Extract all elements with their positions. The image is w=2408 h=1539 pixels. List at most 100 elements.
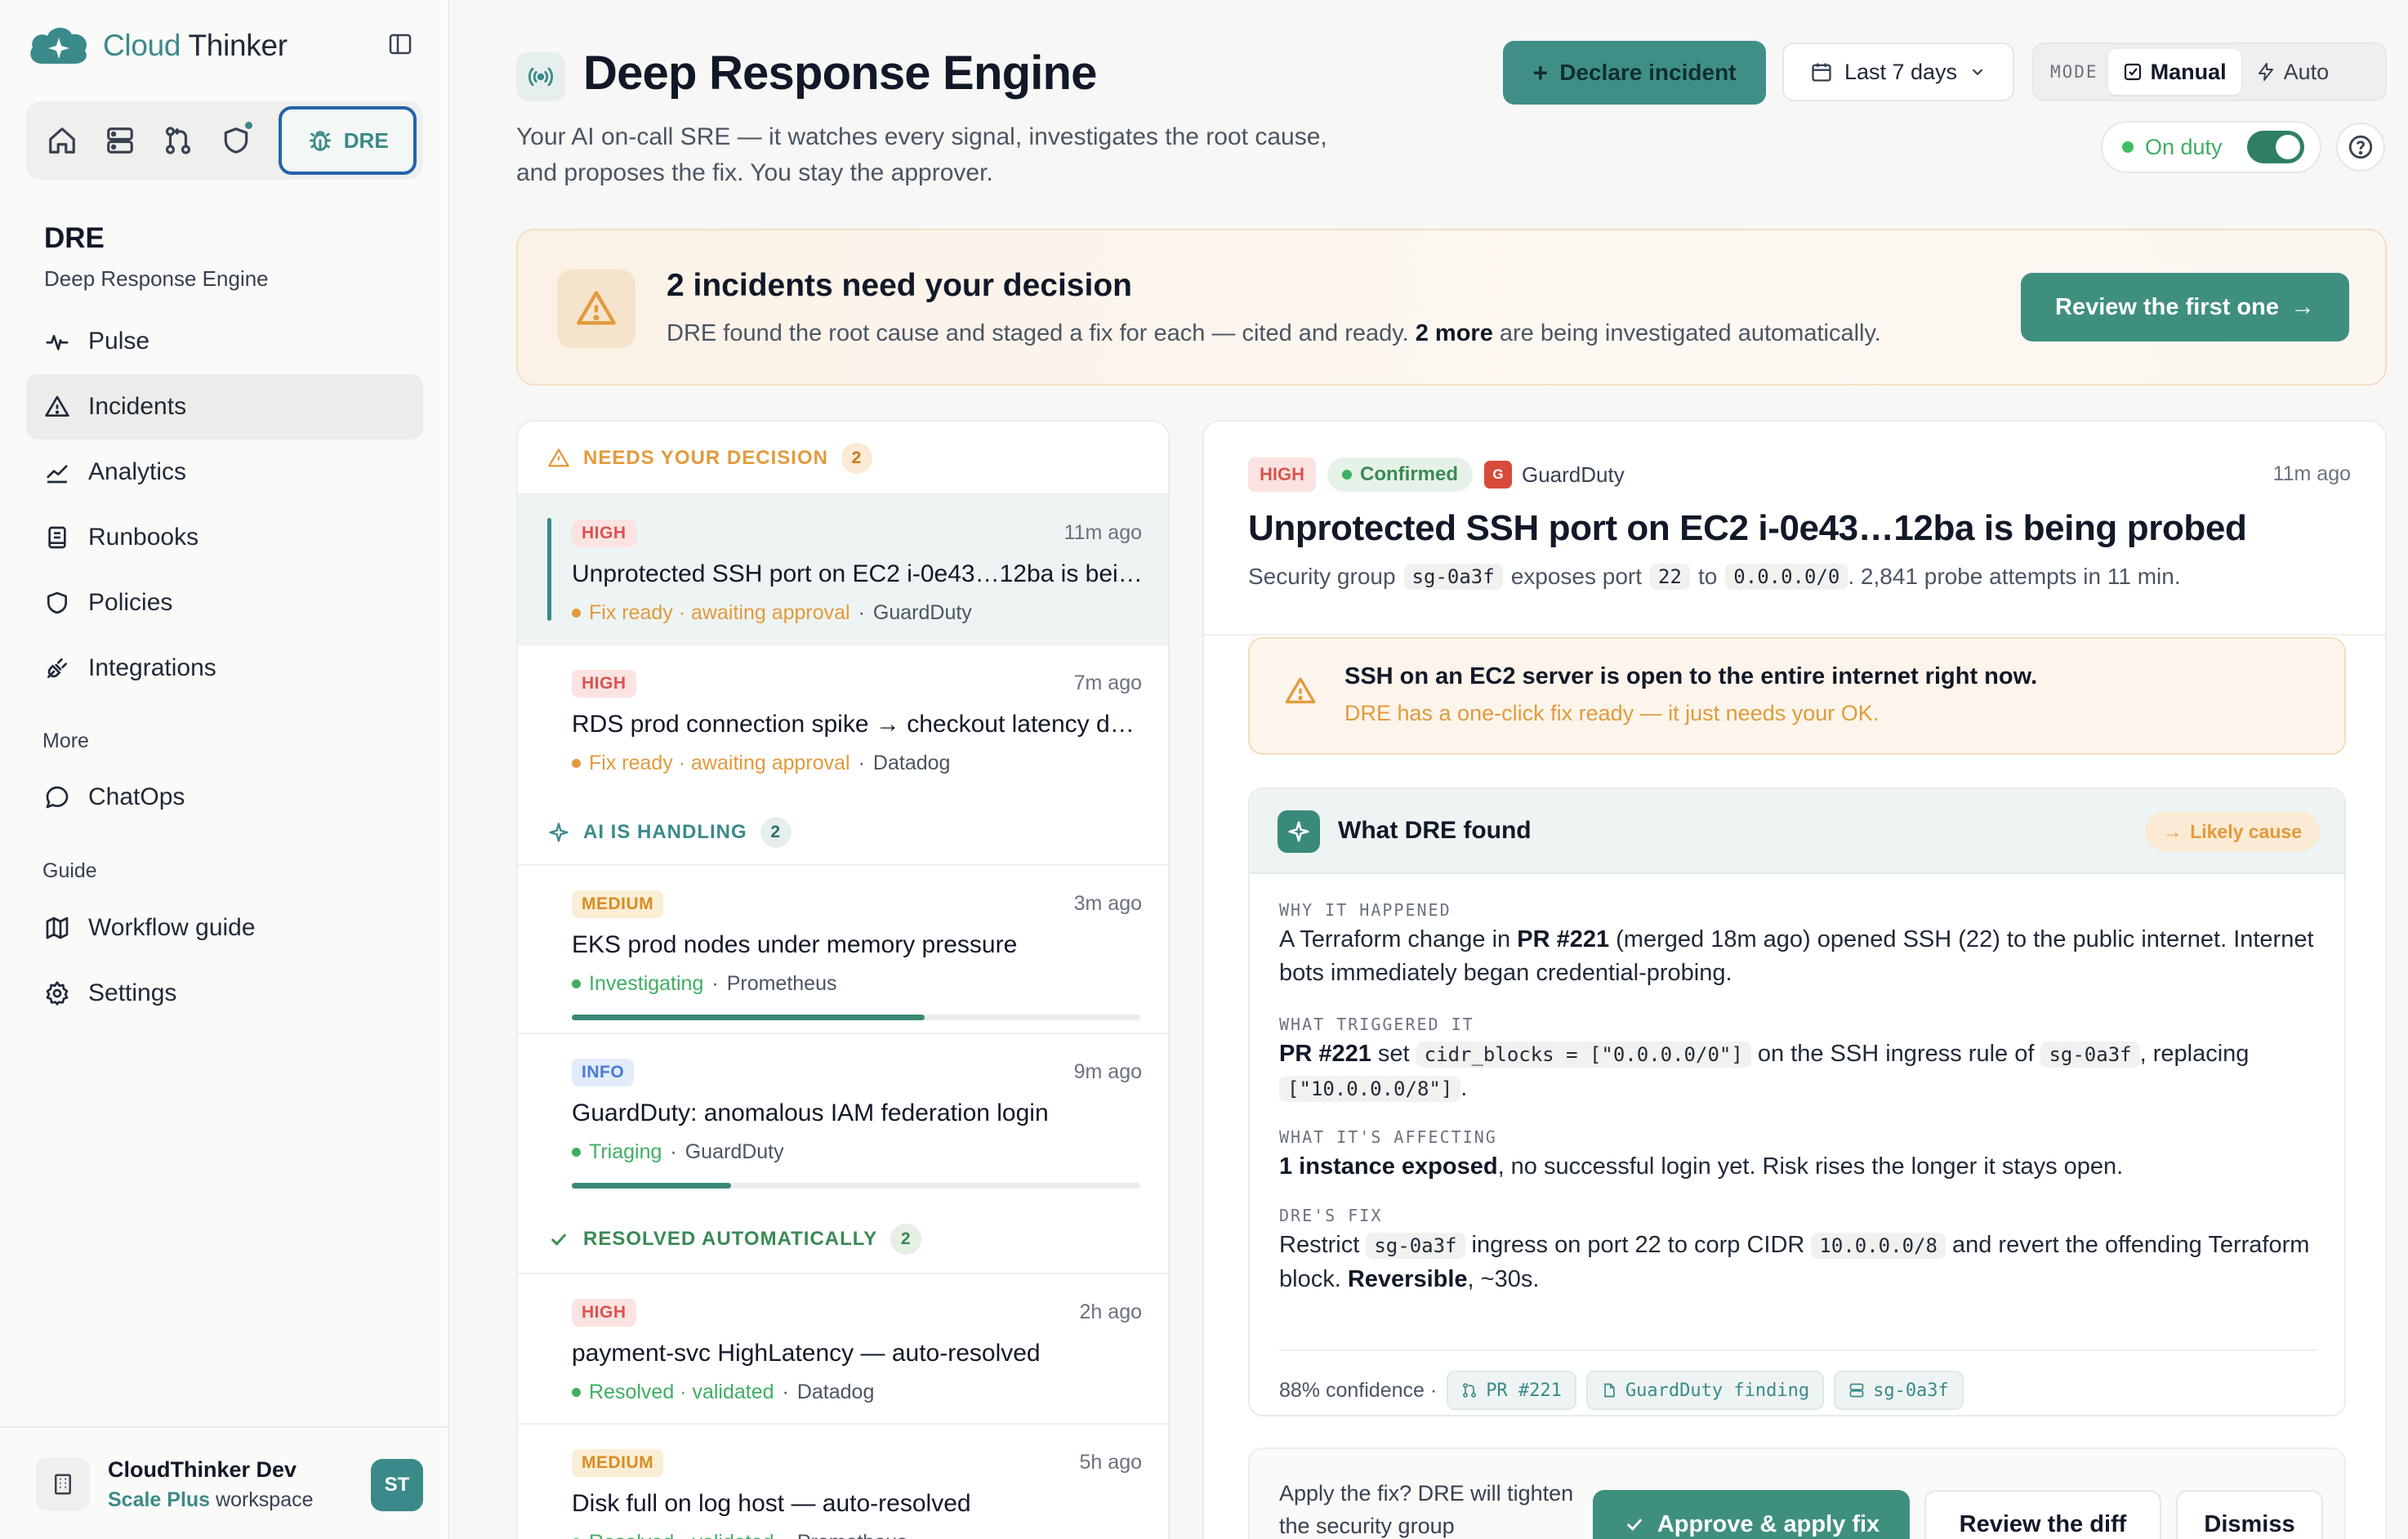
trigger-text: PR #221 set cidr_blocks = ["0.0.0.0/0"] …	[1279, 1041, 2250, 1102]
citations: 88% confidence · PR #221 GuardDuty findi…	[1279, 1371, 1964, 1410]
confidence-label: 88% confidence ·	[1279, 1378, 1438, 1402]
primary-nav: Pulse Incidents Analytics Runbooks Polic…	[26, 309, 423, 701]
source-label: G GuardDuty	[1484, 461, 1625, 488]
detail-badges: HIGH Confirmed G GuardDuty	[1248, 457, 1625, 492]
incident-meta: Fix ready · awaiting approval · GuardDuty	[572, 601, 972, 625]
nav-group-guide: Guide	[42, 859, 97, 882]
progress-bar	[572, 1183, 1140, 1189]
severity-badge: HIGH	[572, 520, 636, 547]
severity-badge: HIGH	[572, 1299, 636, 1327]
sidebar-item-runbooks[interactable]: Runbooks	[26, 505, 423, 570]
sidebar-collapse-button[interactable]	[384, 29, 417, 59]
banner-title: 2 incidents need your decision	[667, 268, 1132, 303]
building-icon	[36, 1457, 90, 1511]
workspace-switcher[interactable]: CloudThinker Dev Scale Plus workspace ST	[0, 1426, 449, 1539]
notification-dot	[243, 120, 254, 131]
warning-icon	[548, 448, 569, 467]
sidebar-item-workflow-guide[interactable]: Workflow guide	[26, 895, 423, 961]
selected-indicator	[547, 518, 551, 621]
incident-meta: Investigating · Prometheus	[572, 972, 837, 996]
calendar-icon	[1812, 63, 1831, 82]
nav-group-more: More	[42, 729, 89, 752]
brand-name: Cloud Thinker	[103, 29, 288, 62]
incident-title: payment-svc HighLatency — auto-resolved	[572, 1340, 1041, 1367]
findings-title: What DRE found	[1338, 817, 1532, 844]
home-button[interactable]	[33, 110, 91, 171]
trigger-label: WHAT TRIGGERED IT	[1279, 1015, 1474, 1034]
sidebar-item-policies[interactable]: Policies	[26, 570, 423, 636]
mode-auto-option[interactable]: Auto	[2241, 49, 2344, 95]
sidebar-item-integrations[interactable]: Integrations	[26, 636, 423, 701]
workspace-name: CloudThinker Dev	[108, 1457, 297, 1482]
lightning-icon	[2258, 63, 2273, 81]
affect-label: WHAT IT'S AFFECTING	[1279, 1127, 1497, 1147]
chart-icon	[47, 465, 68, 484]
likely-cause-badge: → Likely cause	[2145, 812, 2320, 851]
brand-logo[interactable]: Cloud Thinker	[26, 21, 288, 70]
risk-alert: SSH on an EC2 server is open to the enti…	[1248, 637, 2346, 755]
dre-app-button[interactable]: DRE	[278, 106, 417, 175]
section-needs-decision: NEEDS YOUR DECISION 2	[518, 422, 1168, 495]
user-avatar[interactable]: ST	[371, 1459, 423, 1511]
incident-time: 2h ago	[1079, 1300, 1142, 1323]
why-label: WHY IT HAPPENED	[1279, 900, 1451, 920]
incident-time: 7m ago	[1073, 671, 1142, 694]
sidebar-title: DRE	[44, 222, 105, 254]
servers-button[interactable]	[91, 110, 149, 171]
security-button[interactable]	[207, 110, 265, 171]
detail-title: Unprotected SSH port on EC2 i-0e43…12ba …	[1248, 508, 2247, 548]
declare-incident-button[interactable]: + Declare incident	[1503, 41, 1766, 105]
incident-title: Unprotected SSH port on EC2 i-0e43…12ba …	[572, 560, 1144, 587]
approve-fix-button[interactable]: Approve & apply fix	[1593, 1490, 1910, 1539]
severity-badge: HIGH	[572, 670, 636, 698]
cite-guardduty[interactable]: GuardDuty finding	[1585, 1371, 1825, 1410]
guide-nav: Workflow guide Settings	[26, 895, 423, 1026]
severity-badge: MEDIUM	[572, 890, 664, 918]
findings-header: What DRE found → Likely cause	[1250, 789, 2344, 874]
incident-card[interactable]: INFO 9m ago GuardDuty: anomalous IAM fed…	[518, 1033, 1168, 1201]
sidebar-item-incidents[interactable]: Incidents	[26, 374, 423, 439]
cite-pr[interactable]: PR #221	[1447, 1371, 1576, 1410]
incident-card[interactable]: MEDIUM 5h ago Disk full on log host — au…	[518, 1423, 1168, 1539]
sidebar-item-settings[interactable]: Settings	[26, 961, 423, 1026]
on-duty-toggle[interactable]: On duty	[2101, 121, 2321, 173]
incident-card[interactable]: HIGH 2h ago payment-svc HighLatency — au…	[518, 1273, 1168, 1423]
incident-time: 5h ago	[1079, 1451, 1142, 1474]
sidebar-item-chatops[interactable]: ChatOps	[26, 765, 423, 830]
git-pull-request-button[interactable]	[149, 110, 207, 171]
fix-label: DRE'S FIX	[1279, 1206, 1383, 1225]
incident-title: EKS prod nodes under memory pressure	[572, 931, 1018, 958]
incident-time: 9m ago	[1073, 1060, 1142, 1083]
date-range-select[interactable]: Last 7 days	[1782, 42, 2014, 101]
sidebar-item-pulse[interactable]: Pulse	[26, 309, 423, 374]
status-badge: Confirmed	[1327, 457, 1473, 492]
book-icon	[48, 526, 66, 549]
app-switcher: DRE	[26, 101, 423, 180]
decision-banner: 2 incidents need your decision DRE found…	[516, 229, 2387, 386]
toggle-switch[interactable]	[2246, 131, 2304, 163]
mode-manual-option[interactable]: Manual	[2107, 49, 2241, 95]
incident-card[interactable]: MEDIUM 3m ago EKS prod nodes under memor…	[518, 864, 1168, 1033]
bug-icon	[310, 131, 331, 151]
incident-card[interactable]: HIGH 7m ago RDS prod connection spike → …	[518, 644, 1168, 794]
dismiss-button[interactable]: Dismiss	[2176, 1490, 2323, 1539]
sidebar-subtitle: Deep Response Engine	[44, 266, 269, 291]
section-ai-handling: AI IS HANDLING 2	[518, 796, 1168, 869]
review-diff-button[interactable]: Review the diff	[1924, 1490, 2161, 1539]
broadcast-icon	[516, 52, 565, 101]
guardduty-logo-icon: G	[1484, 461, 1512, 488]
sidebar-toggle-icon	[389, 33, 412, 55]
help-button[interactable]	[2336, 123, 2385, 172]
sidebar-item-analytics[interactable]: Analytics	[26, 439, 423, 505]
review-first-button[interactable]: Review the first one →	[2021, 273, 2349, 341]
cite-security-group[interactable]: sg-0a3f	[1834, 1371, 1964, 1410]
sparkle-icon	[549, 823, 569, 842]
detail-summary: Security group sg-0a3f exposes port 22 t…	[1248, 564, 2181, 590]
incident-card[interactable]: HIGH 11m ago Unprotected SSH port on EC2…	[518, 493, 1168, 644]
divider	[1279, 1349, 2317, 1351]
gear-icon	[46, 981, 69, 1006]
why-text: A Terraform change in PR #221 (merged 18…	[1279, 926, 2314, 986]
page-title: Deep Response Engine	[583, 47, 1097, 100]
checkbox-icon	[2124, 63, 2141, 81]
incident-title: GuardDuty: anomalous IAM federation logi…	[572, 1100, 1049, 1126]
